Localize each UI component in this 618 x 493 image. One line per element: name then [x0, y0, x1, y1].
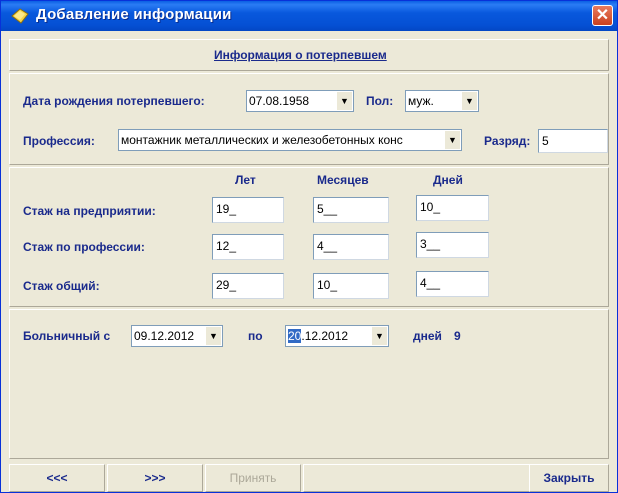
chevron-down-icon[interactable]: ▼: [371, 327, 387, 345]
enterprise-days-input[interactable]: 10_: [416, 195, 489, 221]
enterprise-years-input[interactable]: 19_: [212, 197, 284, 223]
grade-input[interactable]: 5: [538, 129, 608, 153]
sick-to-selected-day: 20: [288, 329, 302, 343]
birth-date-value: 07.08.1958: [249, 94, 310, 108]
days-label: дней: [413, 329, 442, 343]
profession-label: Профессия:: [23, 134, 95, 148]
profession-days-input[interactable]: 3__: [416, 232, 489, 258]
sick-from-value: 09.12.2012: [134, 329, 195, 343]
sick-to-select[interactable]: 20.12.2012 ▼: [285, 325, 389, 347]
birth-date-label: Дата рождения потерпевшего:: [23, 94, 205, 108]
gender-label: Пол:: [366, 94, 394, 108]
total-years-input[interactable]: 29_: [212, 273, 284, 299]
birth-date-select[interactable]: 07.08.1958 ▼: [246, 90, 354, 112]
dialog-icon: [11, 8, 29, 24]
row-label-profession: Стаж по профессии:: [23, 240, 145, 254]
sick-to-label: по: [248, 329, 263, 343]
close-button[interactable]: Закрыть: [529, 464, 609, 492]
chevron-down-icon[interactable]: ▼: [461, 92, 477, 110]
profession-years-input[interactable]: 12_: [212, 234, 284, 260]
section-header-panel: Информация о потерпевшем: [9, 39, 609, 71]
sick-from-select[interactable]: 09.12.2012 ▼: [131, 325, 223, 347]
profession-value: монтажник металлических и железобетонных…: [121, 133, 403, 147]
total-days-input[interactable]: 4__: [416, 271, 489, 297]
column-days: Дней: [433, 173, 463, 187]
section-title: Информация о потерпевшем: [214, 48, 387, 62]
experience-panel: Лет Месяцев Дней Стаж на предприятии: 19…: [9, 167, 609, 307]
column-years: Лет: [235, 173, 256, 187]
sick-leave-panel: Больничный с 09.12.2012 ▼ по 20.12.2012 …: [9, 309, 609, 459]
sick-to-value: .12.2012: [301, 329, 349, 343]
column-months: Месяцев: [317, 173, 369, 187]
prev-button[interactable]: <<<: [9, 464, 105, 492]
accept-button[interactable]: Принять: [205, 464, 301, 492]
profession-months-input[interactable]: 4__: [313, 234, 389, 260]
days-value: 9: [454, 329, 461, 343]
enterprise-months-input[interactable]: 5__: [313, 197, 389, 223]
row-label-total: Стаж общий:: [23, 279, 100, 293]
info-panel: Дата рождения потерпевшего: 07.08.1958 ▼…: [9, 73, 609, 165]
dialog-window: Добавление информации ✕ Информация о пот…: [0, 0, 618, 493]
grade-label: Разряд:: [484, 134, 531, 148]
chevron-down-icon[interactable]: ▼: [205, 327, 221, 345]
row-label-enterprise: Стаж на предприятии:: [23, 204, 156, 218]
total-months-input[interactable]: 10_: [313, 273, 389, 299]
next-button[interactable]: >>>: [107, 464, 203, 492]
profession-select[interactable]: монтажник металлических и железобетонных…: [118, 129, 462, 151]
chevron-down-icon[interactable]: ▼: [336, 92, 352, 110]
title-bar[interactable]: Добавление информации ✕: [1, 1, 617, 31]
gender-value: муж.: [408, 94, 434, 108]
close-window-button[interactable]: ✕: [592, 5, 613, 26]
chevron-down-icon[interactable]: ▼: [444, 131, 460, 149]
button-bar-spacer: [303, 464, 529, 492]
window-title: Добавление информации: [36, 6, 232, 23]
gender-select[interactable]: муж. ▼: [405, 90, 479, 112]
sick-from-label: Больничный с: [23, 329, 111, 343]
